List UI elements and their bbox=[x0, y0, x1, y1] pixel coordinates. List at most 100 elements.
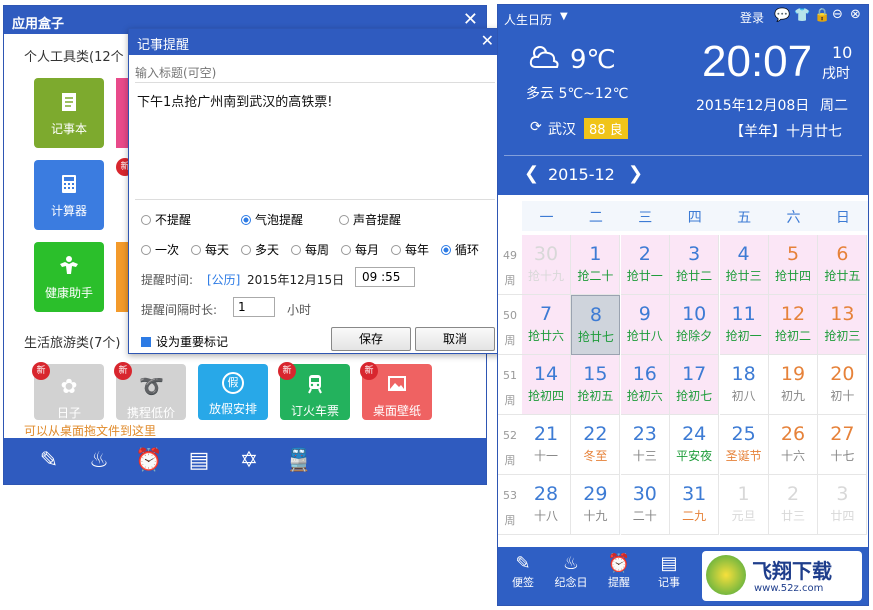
day-number: 1 bbox=[589, 243, 602, 265]
day-cell[interactable]: 20 初十 bbox=[818, 355, 868, 415]
remind-option-bubble[interactable]: 气泡提醒 bbox=[241, 211, 303, 228]
day-cell[interactable]: 24 平安夜 bbox=[670, 415, 720, 475]
repeat-multiday[interactable]: 多天 bbox=[241, 241, 279, 258]
sticky-note-button[interactable]: ✎ 便签 bbox=[500, 553, 546, 590]
lunar-label: 十八 bbox=[533, 509, 558, 523]
refresh-icon[interactable]: ⟳ bbox=[530, 119, 542, 135]
day-cell[interactable]: 3 抢廿二 bbox=[670, 235, 720, 295]
day-cell[interactable]: 3 廿四 bbox=[818, 475, 868, 535]
lunar-label: 抢廿二 bbox=[676, 269, 713, 283]
cancel-button[interactable]: 取消 bbox=[415, 327, 495, 351]
prev-month-icon[interactable]: ❮ bbox=[524, 163, 539, 184]
repeat-once[interactable]: 一次 bbox=[141, 241, 179, 258]
new-badge: 新 bbox=[114, 362, 132, 380]
tile-label: 订火车票 bbox=[290, 404, 339, 418]
tile-fitness[interactable]: 健康助手 bbox=[34, 242, 104, 312]
day-cell[interactable]: 12 抢初二 bbox=[769, 295, 818, 355]
chat-icon[interactable]: 💬 bbox=[774, 8, 790, 23]
day-cell[interactable]: 4 抢廿三 bbox=[719, 235, 769, 295]
day-number: 24 bbox=[682, 423, 707, 445]
day-cell[interactable]: 31 二九 bbox=[670, 475, 720, 535]
day-cell[interactable]: 28 十八 bbox=[522, 475, 571, 535]
lunar-label: 二九 bbox=[682, 509, 707, 523]
calendar-bottom-bar: ✎ 便签 ♨ 纪念日 ⏰ 提醒 ▤ 记事 飞翔下载 www.52z.com bbox=[498, 547, 868, 605]
close-icon[interactable]: ✕ bbox=[481, 31, 494, 50]
content-textarea[interactable]: 下午1点抢广州南到武汉的高铁票! bbox=[137, 91, 495, 191]
next-month-icon[interactable]: ❯ bbox=[628, 163, 643, 184]
shirt-icon[interactable]: 👕 bbox=[794, 8, 810, 23]
day-cell[interactable]: 27 十七 bbox=[818, 415, 868, 475]
day-cell[interactable]: 5 抢廿四 bbox=[769, 235, 818, 295]
tile-holiday[interactable]: 假 放假安排 bbox=[198, 364, 268, 420]
tile-notepad[interactable]: 记事本 bbox=[34, 78, 104, 148]
lunar-label: 廿三 bbox=[780, 509, 805, 523]
day-cell[interactable]: 6 抢廿五 bbox=[818, 235, 868, 295]
day-cell[interactable]: 23 十三 bbox=[620, 415, 670, 475]
day-cell[interactable]: 15 抢初五 bbox=[571, 355, 621, 415]
date-field[interactable]: 2015年12月15日 bbox=[247, 271, 344, 288]
day-cell[interactable]: 2 抢廿一 bbox=[620, 235, 670, 295]
repeat-yearly[interactable]: 每年 bbox=[391, 241, 429, 258]
train-icon[interactable]: 🚆 bbox=[284, 446, 314, 476]
day-number: 15 bbox=[583, 363, 608, 385]
diary-button[interactable]: ▤ 记事 bbox=[646, 553, 692, 590]
city-name[interactable]: 武汉 bbox=[548, 119, 576, 139]
edit-icon[interactable]: ✎ bbox=[34, 446, 64, 476]
day-cell[interactable]: 1 元旦 bbox=[719, 475, 769, 535]
calendar-type-link[interactable]: [公历] bbox=[207, 271, 240, 288]
day-cell[interactable]: 1 抢二十 bbox=[571, 235, 621, 295]
day-cell-today[interactable]: 8 抢廿七 bbox=[571, 295, 621, 355]
day-cell[interactable]: 11 抢初一 bbox=[719, 295, 769, 355]
lock-icon[interactable]: 🔒 bbox=[814, 8, 830, 23]
remind-option-none[interactable]: 不提醒 bbox=[141, 211, 191, 228]
day-cell[interactable]: 19 初九 bbox=[769, 355, 818, 415]
day-cell[interactable]: 10 抢除夕 bbox=[670, 295, 720, 355]
day-cell[interactable]: 21 十一 bbox=[522, 415, 571, 475]
repeat-cycle[interactable]: 循环 bbox=[441, 241, 479, 258]
day-cell[interactable]: 17 抢初七 bbox=[670, 355, 720, 415]
chevron-down-icon[interactable]: ▼ bbox=[560, 11, 568, 22]
star-of-david-icon[interactable]: ✡ bbox=[234, 446, 264, 476]
day-cell[interactable]: 22 冬至 bbox=[571, 415, 621, 475]
close-icon[interactable]: ⊗ bbox=[850, 7, 861, 22]
week-number: 52 周 bbox=[498, 415, 522, 475]
close-icon[interactable]: ✕ bbox=[463, 9, 478, 30]
alarm-clock-icon[interactable]: ⏰ bbox=[134, 446, 164, 476]
day-cell[interactable]: 30 抢十九 bbox=[522, 235, 571, 295]
remind-option-sound[interactable]: 声音提醒 bbox=[339, 211, 401, 228]
month-label[interactable]: 2015-12 bbox=[548, 165, 615, 184]
day-cell[interactable]: 9 抢廿八 bbox=[620, 295, 670, 355]
lunar-label: 抢廿七 bbox=[577, 330, 614, 344]
day-cell[interactable]: 7 抢廿六 bbox=[522, 295, 571, 355]
minimize-icon[interactable]: ⊖ bbox=[832, 7, 843, 22]
anniversary-button[interactable]: ♨ 纪念日 bbox=[548, 553, 594, 590]
lunar-label: 十九 bbox=[583, 509, 608, 523]
day-cell[interactable]: 29 十九 bbox=[571, 475, 621, 535]
note-icon[interactable]: ▤ bbox=[184, 446, 214, 476]
day-cell[interactable]: 30 二十 bbox=[620, 475, 670, 535]
cake-icon[interactable]: ♨ bbox=[84, 446, 114, 476]
day-number: 2 bbox=[786, 483, 800, 505]
title-input[interactable] bbox=[135, 63, 495, 83]
tile-calculator[interactable]: 计算器 bbox=[34, 160, 104, 230]
day-cell[interactable]: 26 十六 bbox=[769, 415, 818, 475]
notepad-icon bbox=[62, 93, 76, 111]
day-cell[interactable]: 2 廿三 bbox=[769, 475, 818, 535]
day-cell[interactable]: 14 抢初四 bbox=[522, 355, 571, 415]
day-number: 4 bbox=[737, 243, 750, 265]
day-cell[interactable]: 13 抢初三 bbox=[818, 295, 868, 355]
repeat-monthly[interactable]: 每月 bbox=[341, 241, 379, 258]
repeat-daily[interactable]: 每天 bbox=[191, 241, 229, 258]
day-cell[interactable]: 25 圣诞节 bbox=[719, 415, 769, 475]
interval-input[interactable]: 1 bbox=[233, 297, 275, 317]
login-link[interactable]: 登录 bbox=[740, 9, 764, 26]
important-checkbox[interactable]: 设为重要标记 bbox=[141, 333, 228, 350]
reminder-button[interactable]: ⏰ 提醒 bbox=[596, 553, 642, 590]
day-cell[interactable]: 16 抢初六 bbox=[620, 355, 670, 415]
repeat-weekly[interactable]: 每周 bbox=[291, 241, 329, 258]
day-cell[interactable]: 18 初八 bbox=[719, 355, 769, 415]
save-button[interactable]: 保存 bbox=[331, 327, 411, 351]
time-field[interactable]: 09 :55 bbox=[355, 267, 415, 287]
dolphin-icon: ➰ bbox=[139, 374, 164, 398]
lunar-label: 圣诞节 bbox=[725, 449, 762, 463]
